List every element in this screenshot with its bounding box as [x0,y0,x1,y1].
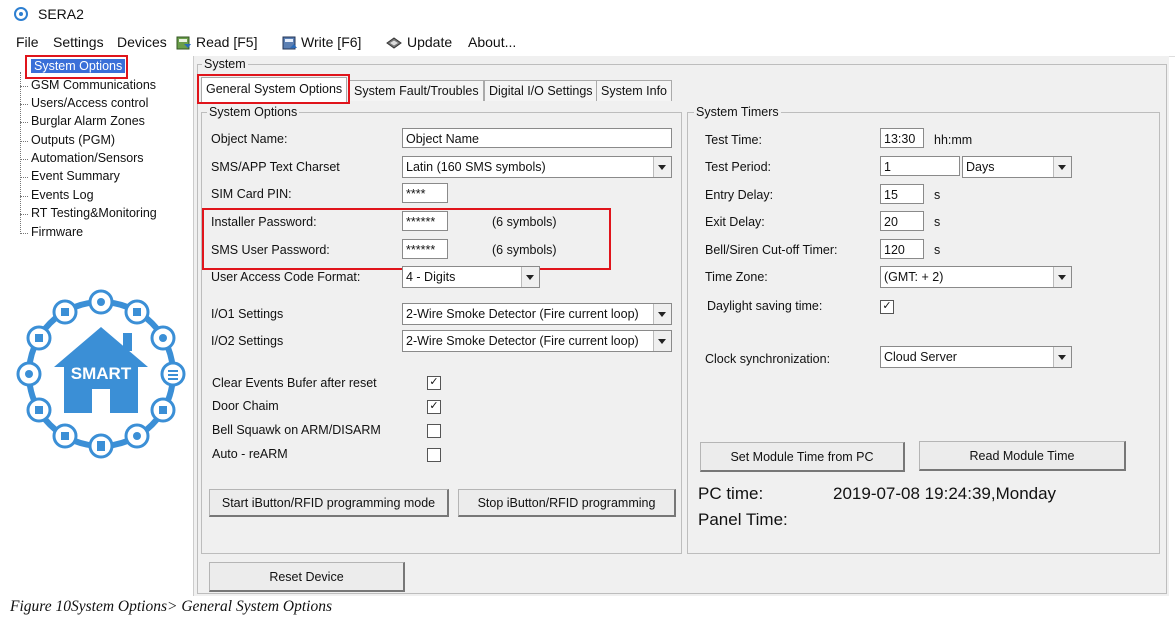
chevron-down-icon [521,267,539,287]
update-icon [386,37,402,49]
tab-system-info[interactable]: System Info [596,80,672,101]
bell-cutoff-label: Bell/Siren Cut-off Timer: [705,243,838,257]
sms-password-label: SMS User Password: [211,243,330,257]
auto-rearm-label: Auto - reARM [212,447,288,461]
highlight-box-tab [197,74,350,104]
user-access-code-select[interactable]: 4 - Digits [402,266,540,288]
sidebar-item-firmware[interactable]: Firmware [31,225,83,239]
menu-devices[interactable]: Devices [117,34,167,50]
bell-squawk-checkbox[interactable] [427,424,441,438]
smart-home-graphic: SMART [16,289,186,459]
object-name-input[interactable]: Object Name [402,128,672,148]
test-time-input[interactable]: 13:30 [880,128,924,148]
menu-write[interactable]: Write [F6] [301,34,361,50]
test-period-unit-select[interactable]: Days [962,156,1072,178]
bell-squawk-label: Bell Squawk on ARM/DISARM [212,423,381,437]
sidebar-item-rt-testing[interactable]: RT Testing&Monitoring [31,206,157,220]
menu-update[interactable]: Update [407,34,452,50]
tab-digital-io[interactable]: Digital I/O Settings [484,80,598,101]
panel-time-label: Panel Time: [698,510,788,529]
test-time-label: Test Time: [705,133,762,147]
clock-sync-label: Clock synchronization: [705,352,831,366]
pc-time-value: 2019-07-08 19:24:39,Monday [833,484,1057,503]
dst-checkbox[interactable]: ✓ [880,300,894,314]
sidebar-item-zones[interactable]: Burglar Alarm Zones [31,114,145,128]
clock-sync-select[interactable]: Cloud Server [880,346,1072,368]
start-ibutton-button[interactable]: Start iButton/RFID programming mode [209,489,449,517]
sim-pin-label: SIM Card PIN: [211,187,292,201]
charset-label: SMS/APP Text Charset [211,160,340,174]
tab-system-fault[interactable]: System Fault/Troubles [349,80,484,101]
menu-settings[interactable]: Settings [53,34,104,50]
entry-delay-input[interactable]: 15 [880,184,924,204]
sidebar-item-users[interactable]: Users/Access control [31,96,148,110]
sms-password-input[interactable]: ****** [402,239,448,259]
entry-delay-label: Entry Delay: [705,188,774,202]
object-name-label: Object Name: [211,132,288,146]
system-options-title: System Options [207,105,300,119]
sidebar-item-system-options[interactable]: System Options [31,59,126,73]
chevron-down-icon [653,304,671,324]
menu-file[interactable]: File [16,34,39,50]
installer-password-hint: (6 symbols) [492,215,557,229]
tree-connector [20,72,21,234]
auto-rearm-checkbox[interactable] [427,448,441,462]
read-module-time-button[interactable]: Read Module Time [919,441,1126,471]
charset-select[interactable]: Latin (160 SMS symbols) [402,156,672,178]
write-icon [282,36,297,50]
chevron-down-icon [1053,267,1071,287]
chevron-down-icon [653,331,671,351]
clear-events-label: Clear Events Bufer after reset [212,376,377,390]
user-access-code-label: User Access Code Format: [211,270,361,284]
sidebar-item-events-log[interactable]: Events Log [31,188,94,202]
time-zone-label: Time Zone: [705,270,768,284]
sidebar-item-event-summary[interactable]: Event Summary [31,169,120,183]
chevron-down-icon [1053,157,1071,177]
io2-label: I/O2 Settings [211,334,284,348]
exit-delay-unit: s [934,215,941,229]
entry-delay-unit: s [934,188,941,202]
time-zone-select[interactable]: (GMT: + 2) [880,266,1072,288]
dst-label: Daylight saving time: [707,299,823,313]
installer-password-label: Installer Password: [211,215,317,229]
bell-cutoff-unit: s [934,243,941,257]
io1-label: I/O1 Settings [211,307,284,321]
pc-time-label: PC time: [698,484,764,503]
system-group-title: System [202,57,248,71]
io2-select[interactable]: 2-Wire Smoke Detector (Fire current loop… [402,330,672,352]
read-icon [176,36,191,50]
bell-cutoff-input[interactable]: 120 [880,239,924,259]
set-module-time-button[interactable]: Set Module Time from PC [700,442,905,472]
installer-password-input[interactable]: ****** [402,211,448,231]
title-bar: SERA2 [0,0,1175,30]
door-chaim-label: Door Chaim [212,399,279,413]
test-period-label: Test Period: [705,160,772,174]
door-chaim-checkbox[interactable]: ✓ [427,400,441,414]
app-title: SERA2 [38,6,84,22]
chevron-down-icon [1053,347,1071,367]
app-icon [14,7,28,21]
test-time-unit: hh:mm [934,133,973,147]
sidebar-item-automation[interactable]: Automation/Sensors [31,151,144,165]
reset-device-button[interactable]: Reset Device [209,562,405,592]
sidebar-item-gsm[interactable]: GSM Communications [31,78,156,92]
exit-delay-label: Exit Delay: [705,215,765,229]
test-period-input[interactable]: 1 [880,156,960,176]
menu-bar: File Settings Devices Read [F5] Write [F… [0,30,1175,57]
sidebar-item-outputs[interactable]: Outputs (PGM) [31,133,115,147]
stop-ibutton-button[interactable]: Stop iButton/RFID programming [458,489,676,517]
smart-text: SMART [71,364,132,383]
figure-caption: Figure 10System Options> General System … [10,598,332,615]
exit-delay-input[interactable]: 20 [880,211,924,231]
chevron-down-icon [653,157,671,177]
io1-select[interactable]: 2-Wire Smoke Detector (Fire current loop… [402,303,672,325]
system-timers-title: System Timers [694,105,781,119]
menu-about[interactable]: About... [468,34,516,50]
clear-events-checkbox[interactable]: ✓ [427,376,441,390]
sms-password-hint: (6 symbols) [492,243,557,257]
sim-pin-input[interactable]: **** [402,183,448,203]
menu-read[interactable]: Read [F5] [196,34,257,50]
